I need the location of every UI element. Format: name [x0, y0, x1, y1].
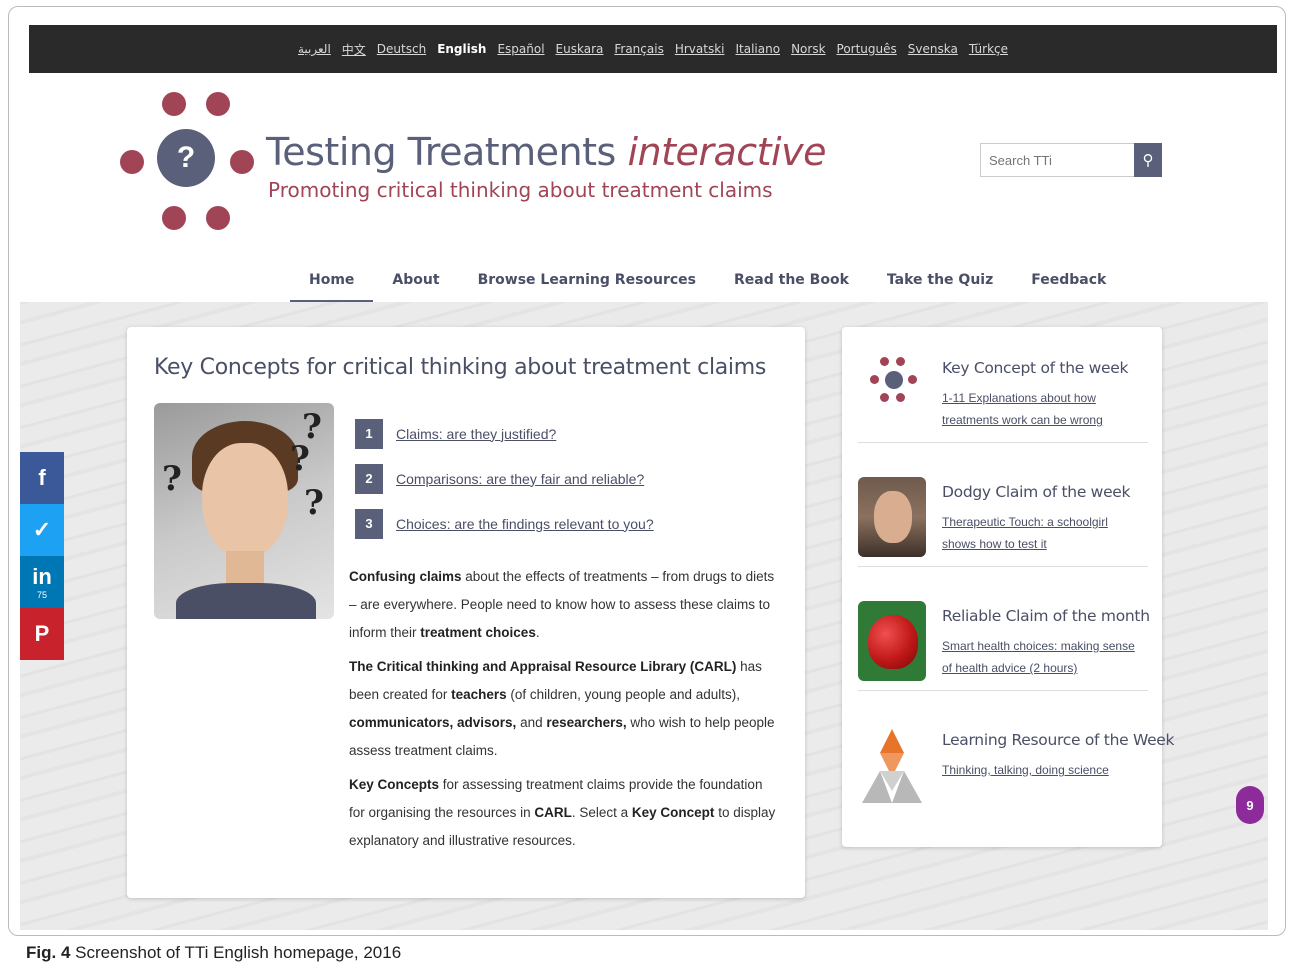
intro-text: Confusing claims about the effects of tr…	[349, 563, 779, 861]
lang-arabic[interactable]: العربية	[298, 42, 331, 56]
schoolgirl-thumbnail[interactable]	[858, 477, 926, 557]
main-nav: Home About Browse Learning Resources Rea…	[290, 260, 1125, 304]
nav-about[interactable]: About	[373, 260, 458, 304]
site-tagline: Promoting critical thinking about treatm…	[268, 178, 773, 202]
feature-link[interactable]: Smart health choices: making sense of he…	[942, 635, 1142, 679]
site-title[interactable]: Testing Treatments interactive	[266, 130, 826, 174]
notification-badge[interactable]: 9	[1236, 786, 1264, 824]
linkedin-count: 75	[36, 590, 47, 600]
lang-english[interactable]: English	[437, 42, 486, 56]
key-concept-item: 1 Claims: are they justified?	[355, 411, 654, 456]
question-head-icon: ?	[157, 129, 215, 187]
search-button[interactable]: ⚲	[1134, 143, 1162, 177]
concept-number: 2	[355, 463, 383, 494]
feature-title: Key Concept of the week	[942, 359, 1129, 377]
intro-paragraph-2: The Critical thinking and Appraisal Reso…	[349, 659, 775, 758]
nav-read-book[interactable]: Read the Book	[715, 260, 868, 304]
key-concepts-card: Key Concepts for critical thinking about…	[127, 327, 805, 898]
lang-deutsch[interactable]: Deutsch	[377, 42, 426, 56]
feature-link[interactable]: Therapeutic Touch: a schoolgirl shows ho…	[942, 511, 1142, 555]
triangle-logo-icon[interactable]	[858, 725, 926, 805]
lang-svenska[interactable]: Svenska	[908, 42, 958, 56]
lang-chinese[interactable]: 中文	[342, 41, 366, 58]
nav-browse[interactable]: Browse Learning Resources	[459, 260, 715, 304]
language-bar: العربية 中文 Deutsch English Español Euska…	[29, 25, 1277, 73]
intro-paragraph-1: Confusing claims about the effects of tr…	[349, 569, 775, 640]
linkedin-share-icon[interactable]: in 75	[20, 556, 64, 608]
lang-euskara[interactable]: Euskara	[556, 42, 604, 56]
nav-home[interactable]: Home	[290, 260, 374, 304]
pinterest-share-icon[interactable]: P	[20, 608, 64, 660]
tti-logo-icon[interactable]	[858, 337, 926, 417]
feature-title: Reliable Claim of the month	[942, 607, 1150, 625]
lang-hrvatski[interactable]: Hrvatski	[675, 42, 725, 56]
concept-comparisons-link[interactable]: Comparisons: are they fair and reliable?	[396, 471, 644, 487]
nav-feedback[interactable]: Feedback	[1012, 260, 1125, 304]
feature-dodgy-claim: Dodgy Claim of the week Therapeutic Touc…	[858, 461, 1148, 567]
lang-italiano[interactable]: Italiano	[735, 42, 780, 56]
search-icon: ⚲	[1142, 152, 1154, 169]
feature-key-concept: Key Concept of the week 1-11 Explanation…	[858, 337, 1148, 443]
feature-reliable-claim: Reliable Claim of the month Smart health…	[858, 585, 1150, 691]
search-input[interactable]	[980, 143, 1134, 177]
confused-girl-image: ? ? ? ?	[154, 403, 334, 619]
lang-portugues[interactable]: Português	[837, 42, 897, 56]
feature-title: Learning Resource of the Week	[942, 731, 1175, 749]
apple-thumbnail[interactable]	[858, 601, 926, 681]
concept-number: 3	[355, 508, 383, 539]
search-box: ⚲	[980, 143, 1162, 177]
share-bar: f ✓ in 75 P	[20, 452, 64, 660]
featured-sidebar: Key Concept of the week 1-11 Explanation…	[842, 327, 1175, 847]
key-concepts-heading: Key Concepts for critical thinking about…	[154, 355, 767, 380]
concept-choices-link[interactable]: Choices: are the findings relevant to yo…	[396, 516, 654, 532]
lang-norsk[interactable]: Norsk	[791, 42, 825, 56]
feature-link[interactable]: 1-11 Explanations about how treatments w…	[942, 387, 1142, 431]
key-concept-list: 1 Claims: are they justified? 2 Comparis…	[355, 411, 654, 546]
key-concept-item: 2 Comparisons: are they fair and reliabl…	[355, 456, 654, 501]
facebook-share-icon[interactable]: f	[20, 452, 64, 504]
concept-number: 1	[355, 418, 383, 449]
nav-quiz[interactable]: Take the Quiz	[868, 260, 1012, 304]
twitter-share-icon[interactable]: ✓	[20, 504, 64, 556]
concept-claims-link[interactable]: Claims: are they justified?	[396, 426, 556, 442]
lang-francais[interactable]: Français	[614, 42, 663, 56]
feature-title: Dodgy Claim of the week	[942, 483, 1131, 501]
figure-caption: Fig. 4 Screenshot of TTi English homepag…	[26, 943, 402, 962]
lang-turkce[interactable]: Türkçe	[969, 42, 1008, 56]
feature-learning-resource: Learning Resource of the Week Thinking, …	[858, 709, 1175, 815]
key-concept-item: 3 Choices: are the findings relevant to …	[355, 501, 654, 546]
site-logo-icon[interactable]: ?	[120, 92, 254, 232]
intro-paragraph-3: Key Concepts for assessing treatment cla…	[349, 777, 776, 848]
feature-link[interactable]: Thinking, talking, doing science	[942, 759, 1142, 781]
lang-espanol[interactable]: Español	[497, 42, 544, 56]
